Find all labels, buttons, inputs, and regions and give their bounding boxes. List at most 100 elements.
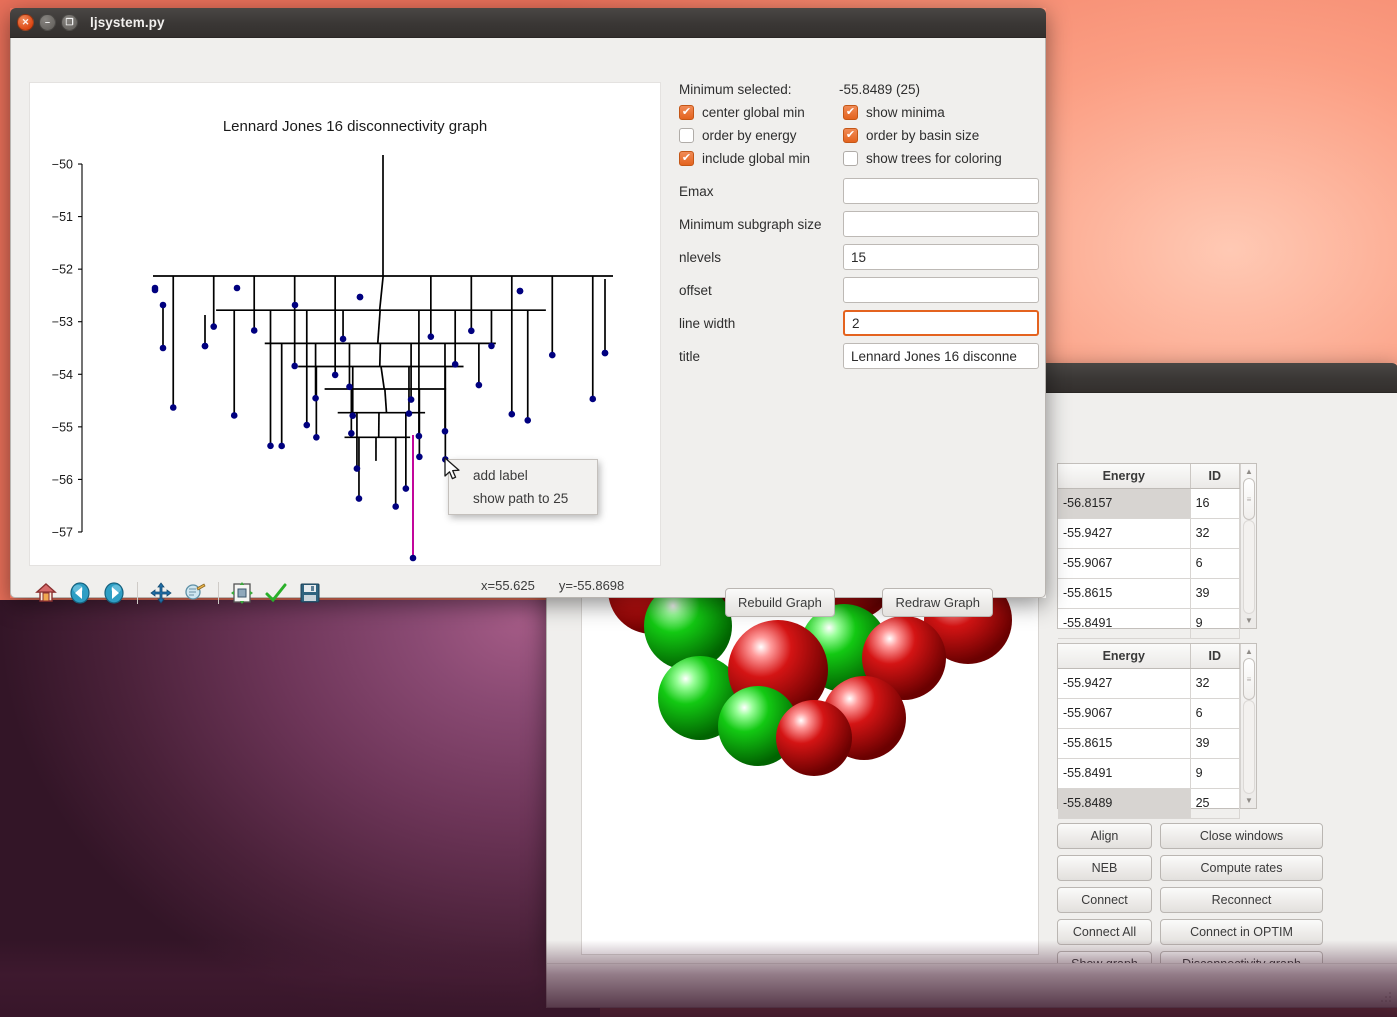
minimum-marker[interactable] <box>210 323 217 330</box>
cell-id[interactable]: 6 <box>1190 698 1239 728</box>
minimum-marker[interactable] <box>251 327 258 334</box>
button-connect-in-optim[interactable]: Connect in OPTIM <box>1160 919 1323 945</box>
table-row[interactable]: -55.84919 <box>1058 758 1240 788</box>
cell-energy[interactable]: -55.8491 <box>1058 758 1190 788</box>
cell-id[interactable]: 9 <box>1190 758 1239 788</box>
minimum-marker[interactable] <box>452 361 459 368</box>
minimize-icon[interactable]: – <box>39 14 56 31</box>
table-row[interactable]: -55.942732 <box>1058 518 1240 548</box>
input-nlevels[interactable] <box>843 244 1039 270</box>
button-reconnect[interactable]: Reconnect <box>1160 887 1323 913</box>
checkbox-order-by-basin-size[interactable]: order by basin size <box>843 128 1039 143</box>
input-Minimum-subgraph-size[interactable] <box>843 211 1039 237</box>
checkbox-show-trees-for-coloring[interactable]: show trees for coloring <box>843 151 1039 166</box>
forward-arrow-icon[interactable] <box>97 576 131 610</box>
minimum-marker[interactable] <box>408 396 415 403</box>
scroll-up-icon[interactable]: ▲ <box>1242 465 1256 478</box>
checkbox-include-global-min[interactable]: include global min <box>679 151 843 166</box>
cell-energy[interactable]: -55.9427 <box>1058 518 1190 548</box>
cell-id[interactable]: 16 <box>1190 488 1239 518</box>
ljsystem-plot-window[interactable]: ✕ – ❐ ljsystem.py Lennard Jones 16 disco… <box>10 8 1046 598</box>
button-neb[interactable]: NEB <box>1057 855 1152 881</box>
plot-window-titlebar[interactable]: ✕ – ❐ ljsystem.py <box>10 8 1046 38</box>
minimum-marker[interactable] <box>416 433 423 440</box>
button-close-windows[interactable]: Close windows <box>1160 823 1323 849</box>
scrollbar-track[interactable] <box>1243 700 1255 794</box>
column-header-id[interactable]: ID <box>1190 464 1239 488</box>
button-align[interactable]: Align <box>1057 823 1152 849</box>
minimum-marker[interactable] <box>234 285 241 292</box>
maximize-icon[interactable]: ❐ <box>61 14 78 31</box>
cell-energy[interactable]: -55.8615 <box>1058 578 1190 608</box>
back-arrow-icon[interactable] <box>63 576 97 610</box>
minimum-marker[interactable] <box>313 434 320 441</box>
minimum-marker[interactable] <box>410 555 417 562</box>
minimum-marker[interactable] <box>332 372 339 379</box>
minimum-marker[interactable] <box>428 333 435 340</box>
minimum-marker[interactable] <box>356 495 363 502</box>
cell-id[interactable]: 25 <box>1190 788 1239 818</box>
cell-id[interactable]: 39 <box>1190 728 1239 758</box>
check-icon[interactable] <box>259 576 293 610</box>
checkbox-box-icon[interactable] <box>843 105 858 120</box>
cell-energy[interactable]: -56.8157 <box>1058 488 1190 518</box>
input-offset[interactable] <box>843 277 1039 303</box>
minimum-marker[interactable] <box>517 288 524 295</box>
checkbox-box-icon[interactable] <box>679 105 694 120</box>
minimum-marker[interactable] <box>292 302 299 309</box>
button-connect[interactable]: Connect <box>1057 887 1152 913</box>
configure-subplots-icon[interactable] <box>225 576 259 610</box>
cell-id[interactable]: 32 <box>1190 518 1239 548</box>
checkbox-box-icon[interactable] <box>843 128 858 143</box>
scrollbar-thumb[interactable]: ≡ <box>1243 478 1255 520</box>
scroll-up-icon[interactable]: ▲ <box>1242 645 1256 658</box>
minimum-marker[interactable] <box>267 443 274 450</box>
minimum-marker[interactable] <box>589 396 596 403</box>
table-row[interactable]: -55.861539 <box>1058 728 1240 758</box>
cell-energy[interactable]: -55.9067 <box>1058 698 1190 728</box>
column-header-energy[interactable]: Energy <box>1058 464 1190 488</box>
minimum-marker[interactable] <box>354 465 361 472</box>
checkbox-center-global-min[interactable]: center global min <box>679 105 843 120</box>
minimum-marker[interactable] <box>346 383 353 390</box>
save-disk-icon[interactable] <box>293 576 327 610</box>
minimum-marker[interactable] <box>278 443 285 450</box>
zoom-rect-icon[interactable] <box>178 576 212 610</box>
checkbox-box-icon[interactable] <box>843 151 858 166</box>
minimum-marker[interactable] <box>416 453 423 460</box>
cell-energy[interactable]: -55.8491 <box>1058 608 1190 638</box>
cell-id[interactable]: 9 <box>1190 608 1239 638</box>
minima-table-bottom[interactable]: Energy ID -55.942732-55.90676-55.861539-… <box>1057 643 1257 809</box>
pan-move-icon[interactable] <box>144 576 178 610</box>
minimum-marker[interactable] <box>549 352 556 359</box>
scroll-down-icon[interactable]: ▼ <box>1242 614 1256 627</box>
scrollbar-vertical-bottom[interactable]: ▲ ≡ ▼ <box>1240 644 1256 808</box>
cell-energy[interactable]: -55.8615 <box>1058 728 1190 758</box>
minimum-marker[interactable] <box>152 285 159 292</box>
table-row[interactable]: -55.90676 <box>1058 698 1240 728</box>
minimum-marker[interactable] <box>602 350 609 357</box>
home-icon[interactable] <box>29 576 63 610</box>
scrollbar-vertical-top[interactable]: ▲ ≡ ▼ <box>1240 464 1256 628</box>
resize-grip-icon[interactable] <box>1380 991 1392 1003</box>
scrollbar-track[interactable] <box>1243 520 1255 614</box>
column-header-energy[interactable]: Energy <box>1058 644 1190 668</box>
cell-id[interactable]: 6 <box>1190 548 1239 578</box>
minimum-marker[interactable] <box>509 411 516 418</box>
minimum-marker[interactable] <box>442 428 449 435</box>
minimum-marker[interactable] <box>524 417 531 424</box>
scrollbar-thumb[interactable]: ≡ <box>1243 658 1255 700</box>
checkbox-box-icon[interactable] <box>679 128 694 143</box>
scroll-down-icon[interactable]: ▼ <box>1242 794 1256 807</box>
column-header-id[interactable]: ID <box>1190 644 1239 668</box>
minimum-marker[interactable] <box>312 395 319 402</box>
minimum-marker[interactable] <box>468 328 475 335</box>
cell-energy[interactable]: -55.8489 <box>1058 788 1190 818</box>
minimum-marker[interactable] <box>303 422 310 429</box>
minimum-marker[interactable] <box>349 412 356 419</box>
minimum-marker[interactable] <box>357 294 364 301</box>
minimum-marker[interactable] <box>476 382 483 389</box>
redraw-graph-button[interactable]: Redraw Graph <box>882 588 993 617</box>
table-row[interactable]: -55.861539 <box>1058 578 1240 608</box>
minimum-marker[interactable] <box>392 503 399 510</box>
